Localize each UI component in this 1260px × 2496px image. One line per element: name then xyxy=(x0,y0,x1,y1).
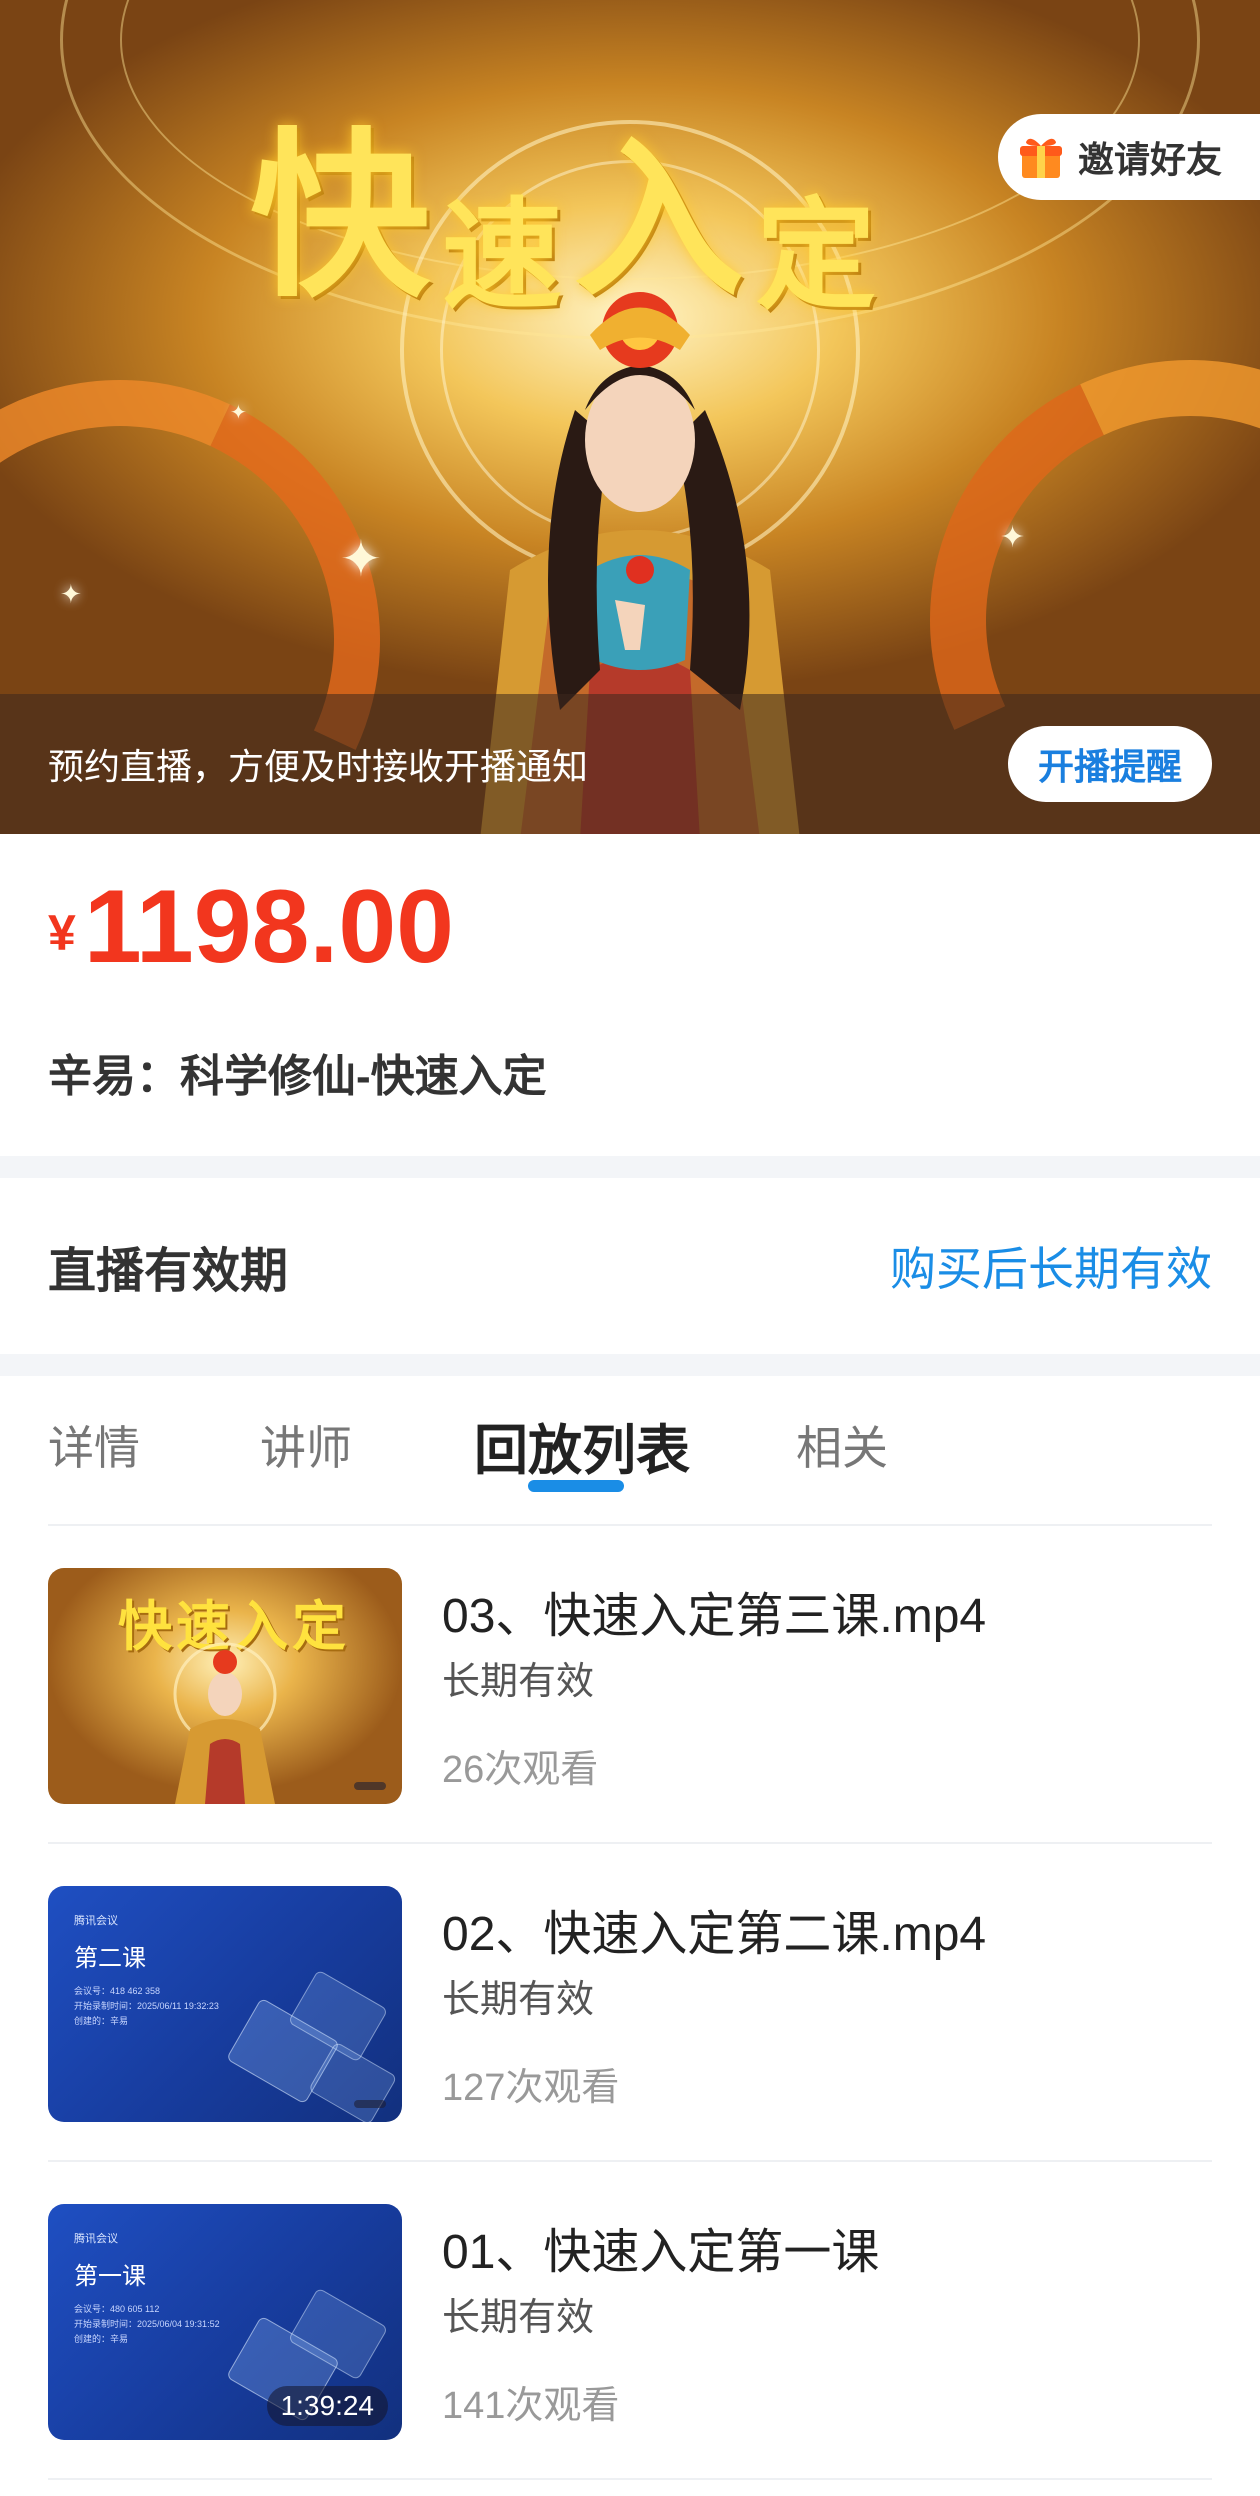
list-separator xyxy=(48,2478,1212,2480)
price-amount: 1198.00 xyxy=(83,869,455,985)
live-remind-button[interactable]: 开播提醒 xyxy=(1008,726,1212,802)
video-thumbnail[interactable]: 腾讯会议 第二课 会议号：418 462 358 开始录制时间：2025/06/… xyxy=(48,1886,402,2122)
invite-friends-button[interactable]: 邀请好友 xyxy=(998,114,1260,200)
video-title: 02、快速入定第二课.mp4 xyxy=(442,1908,987,1961)
video-thumbnail[interactable]: 快速入定 xyxy=(48,1568,402,1804)
live-reminder-text: 预约直播，方便及时接收开播通知 xyxy=(48,746,589,787)
sparkle-icon: ✦ xyxy=(1000,520,1026,555)
tab-bar: 详情 讲师 回放列表 相关 xyxy=(48,1380,1212,1526)
progress-pill xyxy=(354,2100,386,2108)
glass-cubes-decoration xyxy=(228,1971,396,2122)
tab-playback-list[interactable]: 回放列表 xyxy=(474,1406,690,1485)
video-duration: 1:39:24 xyxy=(266,2386,388,2426)
validity-value: 购买后长期有效 xyxy=(890,1243,1212,1295)
video-validity: 长期有效 xyxy=(442,1979,595,2021)
sparkle-icon: ✦ xyxy=(230,400,247,424)
video-thumbnail[interactable]: 腾讯会议 第一课 会议号：480 605 112 开始录制时间：2025/06/… xyxy=(48,2204,402,2440)
thumbnail-lesson: 第二课 xyxy=(74,1945,146,1972)
playlist-item[interactable]: 快速入定 03、快速入定第三课.mp4 长期有效 26次观看 xyxy=(48,1526,1212,1844)
validity-label: 直播有效期 xyxy=(48,1245,289,1298)
invite-friends-label: 邀请好友 xyxy=(1078,139,1223,180)
tencent-meeting-logo: 腾讯会议 xyxy=(74,1915,118,1927)
gift-icon xyxy=(1020,138,1062,178)
view-count: 26次观看 xyxy=(442,1749,599,1791)
sparkle-icon: ✦ xyxy=(60,580,82,610)
playlist-item[interactable]: 腾讯会议 第一课 会议号：480 605 112 开始录制时间：2025/06/… xyxy=(48,2162,1212,2480)
active-tab-indicator xyxy=(528,1480,624,1492)
tab-details[interactable]: 详情 xyxy=(48,1412,140,1478)
progress-pill xyxy=(354,1782,386,1790)
currency-symbol: ¥ xyxy=(48,905,76,961)
section-divider xyxy=(0,1156,1260,1178)
sparkle-icon: ✦ xyxy=(340,530,382,588)
live-reminder-bar: 预约直播，方便及时接收开播通知 开播提醒 xyxy=(0,694,1260,834)
video-validity: 长期有效 xyxy=(442,2297,595,2339)
hero-title-char: 快 xyxy=(250,111,443,322)
tab-related[interactable]: 相关 xyxy=(796,1412,888,1478)
video-title: 01、快速入定第一课 xyxy=(442,2226,880,2279)
view-count: 141次观看 xyxy=(442,2385,620,2427)
goddess-thumbnail-illustration xyxy=(173,1642,277,1804)
live-validity-row: 直播有效期 购买后长期有效 xyxy=(0,1178,1260,1354)
thumbnail-lesson: 第一课 xyxy=(74,2263,146,2290)
playlist-item[interactable]: 腾讯会议 第二课 会议号：418 462 358 开始录制时间：2025/06/… xyxy=(48,1844,1212,2162)
section-divider xyxy=(0,1354,1260,1376)
hero-banner: 快速入定 ✦ ✦ ✦ ✦ 邀请好友 预约直播，方便及时接收开播通知 开播提醒 xyxy=(0,0,1260,834)
view-count: 127次观看 xyxy=(442,2067,620,2109)
course-title: 辛易：科学修仙-快速入定 xyxy=(48,1052,547,1101)
tab-lecturer[interactable]: 讲师 xyxy=(260,1412,352,1478)
video-validity: 长期有效 xyxy=(442,1661,595,1703)
tencent-meeting-logo: 腾讯会议 xyxy=(74,2233,118,2245)
video-title: 03、快速入定第三课.mp4 xyxy=(442,1590,987,1643)
price: ¥ 1198.00 xyxy=(48,872,454,982)
